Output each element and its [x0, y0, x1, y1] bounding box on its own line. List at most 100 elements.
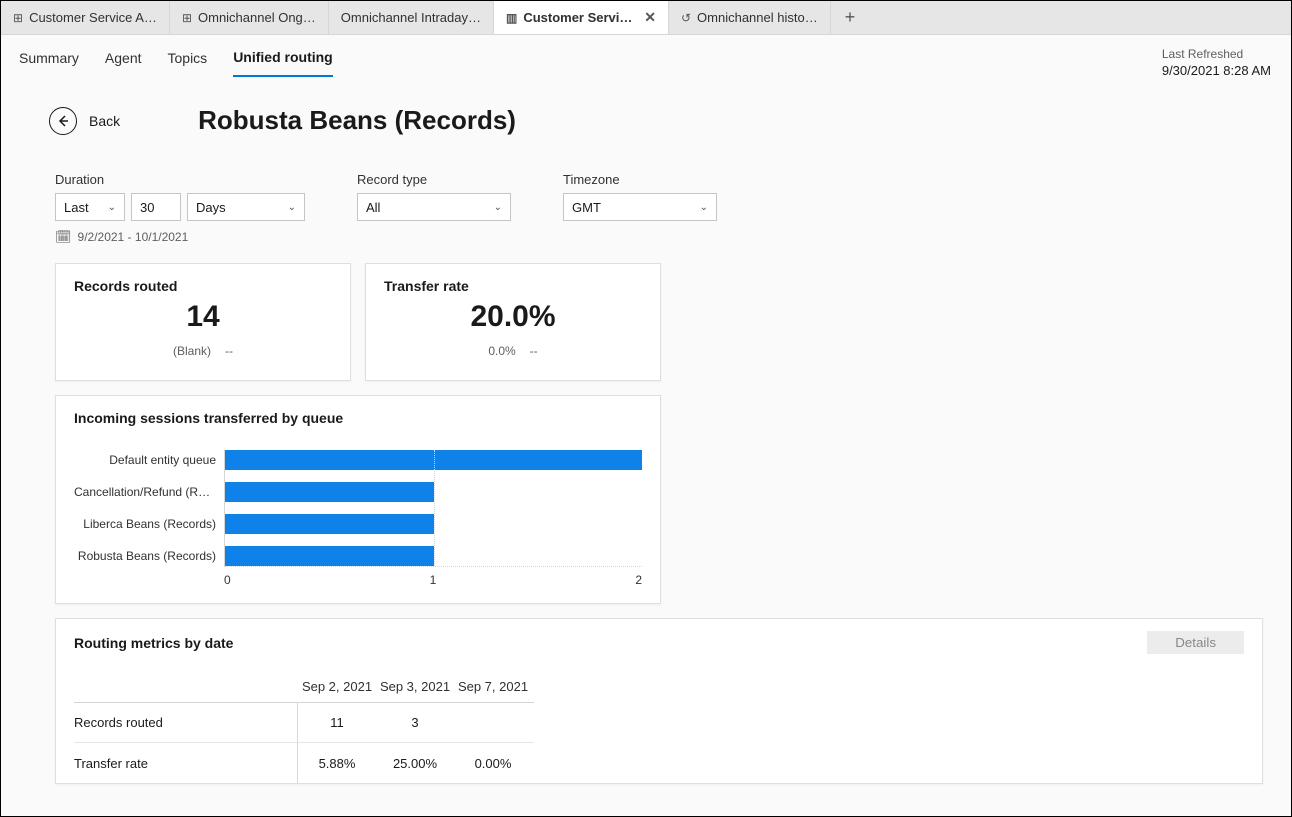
duration-mode-select[interactable]: Last ⌄: [55, 193, 125, 221]
chart-card: Incoming sessions transferred by queue D…: [55, 395, 661, 604]
metrics-cell: 0.00%: [454, 756, 532, 771]
kpi-title: Records routed: [74, 278, 177, 294]
report-icon: ▥: [506, 11, 517, 25]
top-tab[interactable]: ⊞ Omnichannel Ong…: [170, 1, 329, 34]
back-label: Back: [89, 113, 120, 129]
filter-duration: Duration Last ⌄ 30 Days ⌄: [55, 172, 305, 221]
subnav-agent[interactable]: Agent: [105, 50, 142, 76]
kpi-sub-value: --: [530, 344, 538, 358]
chart-x-ticks: 0 1 2: [224, 573, 642, 587]
kpi-transfer-rate: Transfer rate 20.0% 0.0% --: [365, 263, 661, 381]
metrics-row: Records routed 11 3: [74, 703, 534, 743]
top-tab-strip: ⊞ Customer Service A… ⊞ Omnichannel Ong……: [1, 1, 1291, 35]
select-value: Days: [196, 200, 226, 215]
filter-record-type: Record type All ⌄: [357, 172, 511, 221]
metrics-cell: 25.00%: [376, 756, 454, 771]
metrics-row: Transfer rate 5.88% 25.00% 0.00%: [74, 743, 534, 783]
chart-x-tick: 1: [430, 573, 437, 587]
subnav-unified-routing[interactable]: Unified routing: [233, 49, 333, 77]
filter-label: Record type: [357, 172, 511, 187]
calendar-icon: 🗓: [55, 229, 72, 245]
kpi-value: 14: [186, 300, 219, 334]
details-button[interactable]: Details: [1147, 631, 1244, 654]
subnav-topics[interactable]: Topics: [168, 50, 208, 76]
timezone-select[interactable]: GMT ⌄: [563, 193, 717, 221]
tab-label: Customer Service historic…: [523, 10, 634, 25]
date-range-text: 9/2/2021 - 10/1/2021: [78, 230, 189, 244]
metrics-cell: 5.88%: [298, 756, 376, 771]
chart-y-labels: Default entity queue Cancellation/Refund …: [74, 450, 224, 567]
chart-y-label: Liberca Beans (Records): [74, 514, 216, 534]
metrics-cell: 11: [298, 715, 376, 730]
close-icon[interactable]: ✕: [644, 9, 656, 26]
chart-x-tick: 0: [224, 573, 231, 587]
page-title: Robusta Beans (Records): [198, 105, 516, 136]
date-range: 🗓 9/2/2021 - 10/1/2021: [55, 229, 1273, 245]
metrics-table-card: Routing metrics by date Details Sep 2, 2…: [55, 618, 1263, 784]
subnav-summary[interactable]: Summary: [19, 50, 79, 76]
chart-y-label: Cancellation/Refund (Rec…: [74, 482, 216, 502]
hbar-chart: Default entity queue Cancellation/Refund …: [74, 450, 642, 567]
kpi-value: 20.0%: [470, 300, 555, 334]
chevron-down-icon: ⌄: [700, 202, 708, 213]
back-arrow-icon: [49, 107, 77, 135]
kpi-sub-value: --: [225, 344, 233, 358]
chevron-down-icon: ⌄: [288, 202, 296, 213]
metrics-date: Sep 2, 2021: [298, 679, 376, 694]
chart-y-label: Robusta Beans (Records): [74, 546, 216, 566]
kpi-records-routed: Records routed 14 (Blank) --: [55, 263, 351, 381]
metrics-date: Sep 3, 2021: [376, 679, 454, 694]
chart-plot-area: [224, 450, 642, 567]
tab-label: Omnichannel Ong…: [198, 10, 316, 25]
tab-label: Omnichannel histo…: [697, 10, 818, 25]
new-tab-button[interactable]: +: [831, 1, 870, 34]
top-tab[interactable]: Omnichannel Intraday…: [329, 1, 494, 34]
grid-icon: ⊞: [182, 11, 192, 25]
chart-bar: [225, 514, 434, 534]
select-value: Last: [64, 200, 89, 215]
page-header: Back Robusta Beans (Records): [49, 105, 1273, 136]
chevron-down-icon: ⌄: [494, 202, 502, 213]
tab-label: Customer Service A…: [29, 10, 157, 25]
filter-label: Duration: [55, 172, 305, 187]
last-refreshed-label: Last Refreshed: [1162, 47, 1271, 61]
back-button[interactable]: Back: [49, 107, 120, 135]
kpi-sub-label: (Blank): [173, 344, 211, 358]
chart-bar: [225, 482, 434, 502]
chart-y-label: Default entity queue: [74, 450, 216, 470]
metrics-header: Sep 2, 2021 Sep 3, 2021 Sep 7, 2021: [74, 679, 1244, 694]
tab-label: Omnichannel Intraday…: [341, 10, 481, 25]
top-tab-active[interactable]: ▥ Customer Service historic… ✕: [494, 1, 669, 34]
chart-x-tick: 2: [635, 573, 642, 587]
metrics-date: Sep 7, 2021: [454, 679, 532, 694]
history-icon: ↺: [681, 11, 691, 25]
kpi-title: Transfer rate: [384, 278, 469, 294]
report-subnav: Summary Agent Topics Unified routing: [19, 49, 1273, 77]
filter-label: Timezone: [563, 172, 717, 187]
metrics-row-label: Transfer rate: [74, 743, 298, 783]
select-value: All: [366, 200, 380, 215]
chart-title: Incoming sessions transferred by queue: [74, 410, 642, 426]
top-tab[interactable]: ↺ Omnichannel histo…: [669, 1, 831, 34]
select-value: GMT: [572, 200, 601, 215]
kpi-sub: (Blank) --: [173, 344, 233, 358]
kpi-sub: 0.0% --: [488, 344, 537, 358]
filter-timezone: Timezone GMT ⌄: [563, 172, 717, 221]
metrics-cell: 3: [376, 715, 454, 730]
kpi-sub-label: 0.0%: [488, 344, 515, 358]
top-tab[interactable]: ⊞ Customer Service A…: [1, 1, 170, 34]
metrics-row-label: Records routed: [74, 703, 298, 742]
duration-unit-select[interactable]: Days ⌄: [187, 193, 305, 221]
last-refreshed-value: 9/30/2021 8:28 AM: [1162, 63, 1271, 78]
metrics-title: Routing metrics by date: [74, 635, 1244, 651]
filters-row: Duration Last ⌄ 30 Days ⌄ Record type Al…: [55, 172, 1273, 221]
grid-icon: ⊞: [13, 11, 23, 25]
chevron-down-icon: ⌄: [108, 202, 116, 213]
select-value: 30: [140, 200, 154, 215]
duration-value-input[interactable]: 30: [131, 193, 181, 221]
record-type-select[interactable]: All ⌄: [357, 193, 511, 221]
last-refreshed: Last Refreshed 9/30/2021 8:28 AM: [1162, 47, 1271, 78]
chart-bar: [225, 546, 434, 566]
kpi-row: Records routed 14 (Blank) -- Transfer ra…: [55, 263, 1273, 381]
page-body: Summary Agent Topics Unified routing Las…: [1, 35, 1291, 816]
